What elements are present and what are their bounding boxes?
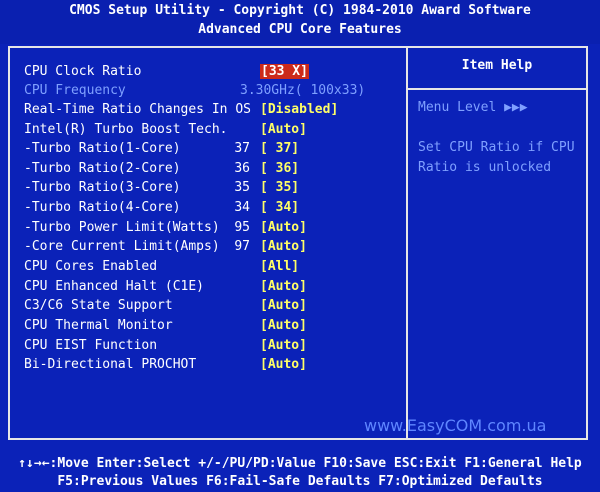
setting-number: 37 (234, 141, 250, 156)
setting-label: Real-Time Ratio Changes In OS (24, 102, 251, 117)
setting-label: CPU Cores Enabled (24, 259, 158, 274)
key-legend-line-2: F5:Previous Values F6:Fail-Safe Defaults… (57, 474, 543, 489)
setting-value[interactable]: [Auto] (260, 355, 307, 374)
setting-value[interactable]: [Disabled] (260, 100, 338, 119)
key-legend: ↑↓→←:Move Enter:Select +/-/PU/PD:Value F… (0, 450, 600, 492)
setting-value[interactable]: [All] (260, 257, 299, 276)
setting-value[interactable]: [ 37] (260, 139, 299, 158)
setting-value[interactable]: [Auto] (260, 316, 307, 335)
setting-label: C3/C6 State Support (24, 298, 173, 313)
setting-value[interactable]: [33 X] (260, 62, 309, 81)
setting-label: -Turbo Ratio(2-Core) (24, 161, 181, 176)
page-title: Advanced CPU Core Features (198, 22, 402, 37)
setting-number: 34 (234, 200, 250, 215)
menu-level: Menu Level ▶▶▶ (418, 100, 528, 115)
setting-value[interactable]: [ 36] (260, 159, 299, 178)
setting-number: 97 (234, 239, 250, 254)
setting-value[interactable]: [ 35] (260, 178, 299, 197)
key-legend-line-1: ↑↓→←:Move Enter:Select +/-/PU/PD:Value F… (18, 456, 582, 471)
setting-label: -Turbo Ratio(4-Core) (24, 200, 181, 215)
setting-label: -Core Current Limit(Amps) (24, 239, 220, 254)
setting-label: CPU Thermal Monitor (24, 318, 173, 333)
help-text: Set CPU Ratio if CPU Ratio is unlocked (418, 140, 575, 175)
setting-value[interactable]: [Auto] (260, 336, 307, 355)
setup-panel: CPU Clock Ratio [33 X] CPU Frequency 3.3… (8, 46, 588, 440)
item-help-title: Item Help (461, 58, 533, 73)
setting-value[interactable]: [Auto] (260, 237, 307, 256)
setting-value[interactable]: [ 34] (260, 198, 299, 217)
setting-label: CPU EIST Function (24, 338, 158, 353)
setting-value[interactable]: [Auto] (260, 277, 307, 296)
selected-value[interactable]: [33 X] (260, 64, 309, 79)
setting-value[interactable]: [Auto] (260, 120, 307, 139)
setting-value[interactable]: [Auto] (260, 296, 307, 315)
app-title: CMOS Setup Utility - Copyright (C) 1984-… (69, 3, 531, 18)
panel-divider (406, 48, 408, 438)
setting-number: 35 (234, 180, 250, 195)
setting-value: 3.30GHz( 100x33) (240, 83, 366, 98)
setting-number: 95 (234, 220, 250, 235)
setting-label: CPU Clock Ratio (24, 64, 142, 79)
setting-number: 36 (234, 161, 250, 176)
title-bar: CMOS Setup Utility - Copyright (C) 1984-… (0, 0, 600, 44)
help-divider (408, 88, 586, 90)
setting-label: -Turbo Ratio(3-Core) (24, 180, 181, 195)
watermark: www.EasyCOM.com.ua (364, 416, 547, 435)
setting-label: Intel(R) Turbo Boost Tech. (24, 122, 228, 137)
setting-label: Bi-Directional PROCHOT (24, 357, 197, 372)
setting-label: CPU Enhanced Halt (C1E) (24, 279, 205, 294)
setting-value[interactable]: [Auto] (260, 218, 307, 237)
setting-label: CPU Frequency (24, 83, 126, 98)
setting-label: -Turbo Ratio(1-Core) (24, 141, 181, 156)
setting-label: -Turbo Power Limit(Watts) (24, 220, 220, 235)
